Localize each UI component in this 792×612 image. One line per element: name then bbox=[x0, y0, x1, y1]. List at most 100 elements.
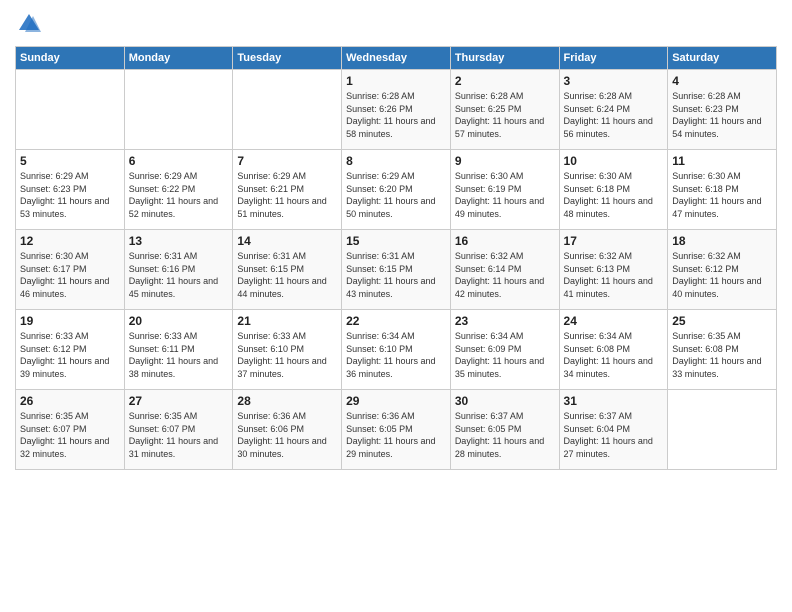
calendar-cell: 16 Sunrise: 6:32 AM Sunset: 6:14 PM Dayli… bbox=[450, 230, 559, 310]
day-info: Sunrise: 6:35 AM Sunset: 6:07 PM Dayligh… bbox=[129, 410, 229, 460]
day-info: Sunrise: 6:29 AM Sunset: 6:23 PM Dayligh… bbox=[20, 170, 120, 220]
day-info: Sunrise: 6:30 AM Sunset: 6:17 PM Dayligh… bbox=[20, 250, 120, 300]
day-number: 8 bbox=[346, 154, 446, 168]
day-info: Sunrise: 6:32 AM Sunset: 6:14 PM Dayligh… bbox=[455, 250, 555, 300]
day-info: Sunrise: 6:34 AM Sunset: 6:09 PM Dayligh… bbox=[455, 330, 555, 380]
day-info: Sunrise: 6:29 AM Sunset: 6:22 PM Dayligh… bbox=[129, 170, 229, 220]
day-info: Sunrise: 6:28 AM Sunset: 6:24 PM Dayligh… bbox=[564, 90, 664, 140]
calendar: SundayMondayTuesdayWednesdayThursdayFrid… bbox=[15, 46, 777, 470]
calendar-cell bbox=[16, 70, 125, 150]
calendar-cell: 2 Sunrise: 6:28 AM Sunset: 6:25 PM Daylig… bbox=[450, 70, 559, 150]
calendar-cell: 14 Sunrise: 6:31 AM Sunset: 6:15 PM Dayli… bbox=[233, 230, 342, 310]
calendar-cell: 9 Sunrise: 6:30 AM Sunset: 6:19 PM Daylig… bbox=[450, 150, 559, 230]
calendar-cell: 30 Sunrise: 6:37 AM Sunset: 6:05 PM Dayli… bbox=[450, 390, 559, 470]
day-number: 5 bbox=[20, 154, 120, 168]
day-number: 14 bbox=[237, 234, 337, 248]
day-info: Sunrise: 6:28 AM Sunset: 6:26 PM Dayligh… bbox=[346, 90, 446, 140]
calendar-cell: 13 Sunrise: 6:31 AM Sunset: 6:16 PM Dayli… bbox=[124, 230, 233, 310]
calendar-cell: 18 Sunrise: 6:32 AM Sunset: 6:12 PM Dayli… bbox=[668, 230, 777, 310]
calendar-cell: 27Sunrise: 6:35 AM Sunset: 6:07 PM Dayli… bbox=[124, 390, 233, 470]
weekday-header: Monday bbox=[124, 47, 233, 70]
header bbox=[15, 10, 777, 38]
calendar-cell: 22 Sunrise: 6:34 AM Sunset: 6:10 PM Dayli… bbox=[342, 310, 451, 390]
day-info: Sunrise: 6:31 AM Sunset: 6:15 PM Dayligh… bbox=[346, 250, 446, 300]
day-info: Sunrise: 6:28 AM Sunset: 6:25 PM Dayligh… bbox=[455, 90, 555, 140]
calendar-cell: 29 Sunrise: 6:36 AM Sunset: 6:05 PM Dayli… bbox=[342, 390, 451, 470]
calendar-cell: 20Sunrise: 6:33 AM Sunset: 6:11 PM Dayli… bbox=[124, 310, 233, 390]
calendar-cell: 23 Sunrise: 6:34 AM Sunset: 6:09 PM Dayli… bbox=[450, 310, 559, 390]
calendar-week: 19Sunrise: 6:33 AM Sunset: 6:12 PM Dayli… bbox=[16, 310, 777, 390]
day-info: Sunrise: 6:35 AM Sunset: 6:08 PM Dayligh… bbox=[672, 330, 772, 380]
weekday-header: Sunday bbox=[16, 47, 125, 70]
day-info: Sunrise: 6:30 AM Sunset: 6:18 PM Dayligh… bbox=[672, 170, 772, 220]
calendar-cell: 5 Sunrise: 6:29 AM Sunset: 6:23 PM Daylig… bbox=[16, 150, 125, 230]
day-info: Sunrise: 6:33 AM Sunset: 6:11 PM Dayligh… bbox=[129, 330, 229, 380]
calendar-cell: 28 Sunrise: 6:36 AM Sunset: 6:06 PM Dayli… bbox=[233, 390, 342, 470]
day-info: Sunrise: 6:32 AM Sunset: 6:13 PM Dayligh… bbox=[564, 250, 664, 300]
day-number: 10 bbox=[564, 154, 664, 168]
calendar-cell: 7Sunrise: 6:29 AM Sunset: 6:21 PM Daylig… bbox=[233, 150, 342, 230]
calendar-cell: 31 Sunrise: 6:37 AM Sunset: 6:04 PM Dayli… bbox=[559, 390, 668, 470]
day-number: 21 bbox=[237, 314, 337, 328]
day-number: 29 bbox=[346, 394, 446, 408]
weekday-header: Thursday bbox=[450, 47, 559, 70]
day-number: 26 bbox=[20, 394, 120, 408]
weekday-header: Friday bbox=[559, 47, 668, 70]
day-info: Sunrise: 6:37 AM Sunset: 6:04 PM Dayligh… bbox=[564, 410, 664, 460]
day-number: 4 bbox=[672, 74, 772, 88]
day-number: 13 bbox=[129, 234, 229, 248]
day-info: Sunrise: 6:30 AM Sunset: 6:18 PM Dayligh… bbox=[564, 170, 664, 220]
day-info: Sunrise: 6:37 AM Sunset: 6:05 PM Dayligh… bbox=[455, 410, 555, 460]
calendar-cell: 1 Sunrise: 6:28 AM Sunset: 6:26 PM Daylig… bbox=[342, 70, 451, 150]
weekday-header: Tuesday bbox=[233, 47, 342, 70]
day-number: 24 bbox=[564, 314, 664, 328]
weekday-header: Saturday bbox=[668, 47, 777, 70]
calendar-week: 26 Sunrise: 6:35 AM Sunset: 6:07 PM Dayli… bbox=[16, 390, 777, 470]
day-number: 15 bbox=[346, 234, 446, 248]
day-number: 7 bbox=[237, 154, 337, 168]
calendar-header: SundayMondayTuesdayWednesdayThursdayFrid… bbox=[16, 47, 777, 70]
day-number: 12 bbox=[20, 234, 120, 248]
calendar-cell bbox=[124, 70, 233, 150]
day-info: Sunrise: 6:28 AM Sunset: 6:23 PM Dayligh… bbox=[672, 90, 772, 140]
day-info: Sunrise: 6:31 AM Sunset: 6:16 PM Dayligh… bbox=[129, 250, 229, 300]
day-number: 30 bbox=[455, 394, 555, 408]
calendar-cell: 10 Sunrise: 6:30 AM Sunset: 6:18 PM Dayli… bbox=[559, 150, 668, 230]
day-number: 22 bbox=[346, 314, 446, 328]
logo-icon bbox=[15, 10, 43, 38]
calendar-week: 5 Sunrise: 6:29 AM Sunset: 6:23 PM Daylig… bbox=[16, 150, 777, 230]
day-number: 28 bbox=[237, 394, 337, 408]
day-info: Sunrise: 6:31 AM Sunset: 6:15 PM Dayligh… bbox=[237, 250, 337, 300]
calendar-cell: 6 Sunrise: 6:29 AM Sunset: 6:22 PM Daylig… bbox=[124, 150, 233, 230]
day-info: Sunrise: 6:32 AM Sunset: 6:12 PM Dayligh… bbox=[672, 250, 772, 300]
day-number: 6 bbox=[129, 154, 229, 168]
day-info: Sunrise: 6:36 AM Sunset: 6:06 PM Dayligh… bbox=[237, 410, 337, 460]
day-number: 11 bbox=[672, 154, 772, 168]
weekday-row: SundayMondayTuesdayWednesdayThursdayFrid… bbox=[16, 47, 777, 70]
day-number: 16 bbox=[455, 234, 555, 248]
calendar-week: 1 Sunrise: 6:28 AM Sunset: 6:26 PM Daylig… bbox=[16, 70, 777, 150]
weekday-header: Wednesday bbox=[342, 47, 451, 70]
day-number: 25 bbox=[672, 314, 772, 328]
day-info: Sunrise: 6:34 AM Sunset: 6:08 PM Dayligh… bbox=[564, 330, 664, 380]
day-number: 31 bbox=[564, 394, 664, 408]
day-info: Sunrise: 6:34 AM Sunset: 6:10 PM Dayligh… bbox=[346, 330, 446, 380]
day-info: Sunrise: 6:33 AM Sunset: 6:12 PM Dayligh… bbox=[20, 330, 120, 380]
calendar-cell: 15 Sunrise: 6:31 AM Sunset: 6:15 PM Dayli… bbox=[342, 230, 451, 310]
calendar-cell: 11 Sunrise: 6:30 AM Sunset: 6:18 PM Dayli… bbox=[668, 150, 777, 230]
day-number: 23 bbox=[455, 314, 555, 328]
day-info: Sunrise: 6:35 AM Sunset: 6:07 PM Dayligh… bbox=[20, 410, 120, 460]
logo bbox=[15, 10, 47, 38]
day-number: 2 bbox=[455, 74, 555, 88]
day-info: Sunrise: 6:30 AM Sunset: 6:19 PM Dayligh… bbox=[455, 170, 555, 220]
day-number: 18 bbox=[672, 234, 772, 248]
calendar-cell: 8Sunrise: 6:29 AM Sunset: 6:20 PM Daylig… bbox=[342, 150, 451, 230]
calendar-cell bbox=[668, 390, 777, 470]
calendar-body: 1 Sunrise: 6:28 AM Sunset: 6:26 PM Daylig… bbox=[16, 70, 777, 470]
day-number: 9 bbox=[455, 154, 555, 168]
calendar-cell: 19Sunrise: 6:33 AM Sunset: 6:12 PM Dayli… bbox=[16, 310, 125, 390]
calendar-cell: 3Sunrise: 6:28 AM Sunset: 6:24 PM Daylig… bbox=[559, 70, 668, 150]
day-number: 1 bbox=[346, 74, 446, 88]
page: SundayMondayTuesdayWednesdayThursdayFrid… bbox=[0, 0, 792, 612]
day-info: Sunrise: 6:36 AM Sunset: 6:05 PM Dayligh… bbox=[346, 410, 446, 460]
